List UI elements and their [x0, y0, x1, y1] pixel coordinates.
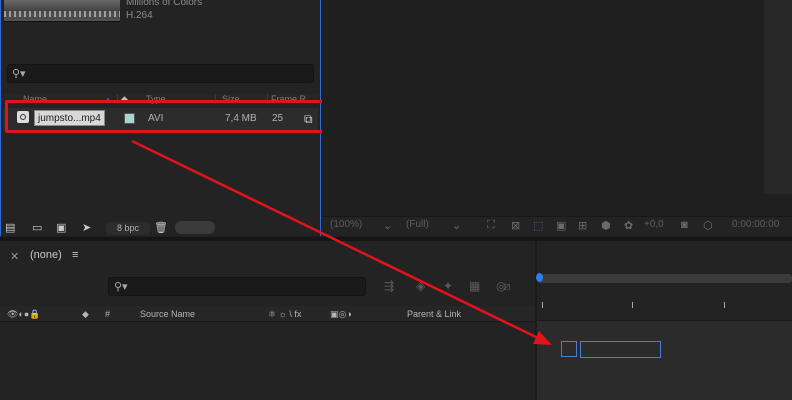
av-features-icon[interactable]: 👁◐●🔒 [7, 309, 41, 320]
close-icon[interactable]: ✕ [10, 250, 19, 263]
drop-target-small-box [561, 341, 577, 357]
show-snapshot-icon[interactable]: ⬡ [703, 219, 713, 232]
project-search-input[interactable] [7, 64, 314, 83]
fast-previews-icon[interactable]: ⛶ [487, 219, 495, 232]
after-effects-window: Millions of Colors H.264 ⚲▾ Name ▲ ◆ Typ… [0, 0, 792, 400]
layer-switches-icon[interactable]: ⚛ ☼ \ fx [268, 309, 301, 320]
switch-icons[interactable]: ▣◎◑ [330, 309, 352, 320]
timeline-layer-list[interactable] [0, 323, 535, 400]
panel-menu-icon[interactable]: ≡ [72, 249, 78, 261]
draft-3d-icon[interactable]: ◈ [416, 279, 425, 293]
resolution-dropdown[interactable]: (Full) [406, 219, 429, 230]
timeline-search-input[interactable] [108, 277, 366, 296]
grid-icon[interactable]: ⊞ [578, 219, 587, 232]
interpret-footage-icon[interactable]: ▤ [5, 221, 15, 234]
time-navigator-start-handle[interactable] [536, 273, 543, 282]
chevron-down-icon[interactable]: ⌄ [383, 219, 392, 232]
color-management-icon[interactable]: ✿ [624, 219, 633, 232]
mask-visibility-icon[interactable]: ⬚ [533, 219, 543, 232]
search-icon[interactable]: ⚲▾ [12, 67, 26, 80]
time-ruler[interactable] [538, 294, 792, 316]
timeline-tab[interactable]: (none) [30, 249, 62, 261]
thumbnail-color-depth: Millions of Colors [126, 0, 203, 8]
composition-viewer [322, 0, 792, 216]
label-tag-icon[interactable]: ◆ [82, 309, 89, 320]
timeline-track-area[interactable] [537, 320, 792, 400]
viewer-edge [764, 0, 792, 194]
transparency-grid-icon[interactable]: ⊠ [511, 219, 520, 232]
region-of-interest-icon[interactable]: ▣ [556, 219, 566, 232]
graph-editor-icon[interactable]: ⧄ [503, 279, 511, 294]
search-icon[interactable]: ⚲▾ [114, 280, 128, 293]
bit-depth-button[interactable]: 8 bpc [106, 222, 150, 235]
viewer-timecode[interactable]: 0:00:00:00 [732, 219, 779, 230]
footage-thumbnail [4, 0, 120, 22]
zoom-dropdown[interactable]: (100%) [330, 219, 362, 230]
snapshot-icon[interactable]: ◙ [681, 219, 688, 231]
column-layer-number[interactable]: # [105, 309, 110, 319]
drop-target-layer-bar [580, 341, 661, 358]
column-parent-link[interactable]: Parent & Link [407, 309, 461, 319]
new-composition-icon[interactable]: ▣ [56, 221, 66, 234]
frame-blending-icon[interactable]: ▦ [469, 279, 480, 293]
time-navigator-bar[interactable] [538, 274, 792, 283]
column-source-name[interactable]: Source Name [140, 309, 195, 319]
render-queue-icon[interactable]: ➤ [82, 221, 91, 234]
new-folder-icon[interactable]: ▭ [32, 221, 42, 234]
annotation-highlight-box [5, 100, 335, 133]
chevron-down-icon[interactable]: ⌄ [452, 219, 461, 232]
exposure-value[interactable]: +0,0 [644, 219, 664, 230]
shy-layers-icon[interactable]: ✦ [443, 279, 453, 293]
horizontal-scrollbar[interactable] [175, 221, 215, 234]
trash-icon[interactable]: 🗑 [154, 221, 168, 234]
composition-flowchart-icon[interactable]: ⇶ [384, 279, 394, 293]
color-channels-icon[interactable]: ⬢ [601, 219, 611, 232]
thumbnail-codec: H.264 [126, 10, 153, 21]
